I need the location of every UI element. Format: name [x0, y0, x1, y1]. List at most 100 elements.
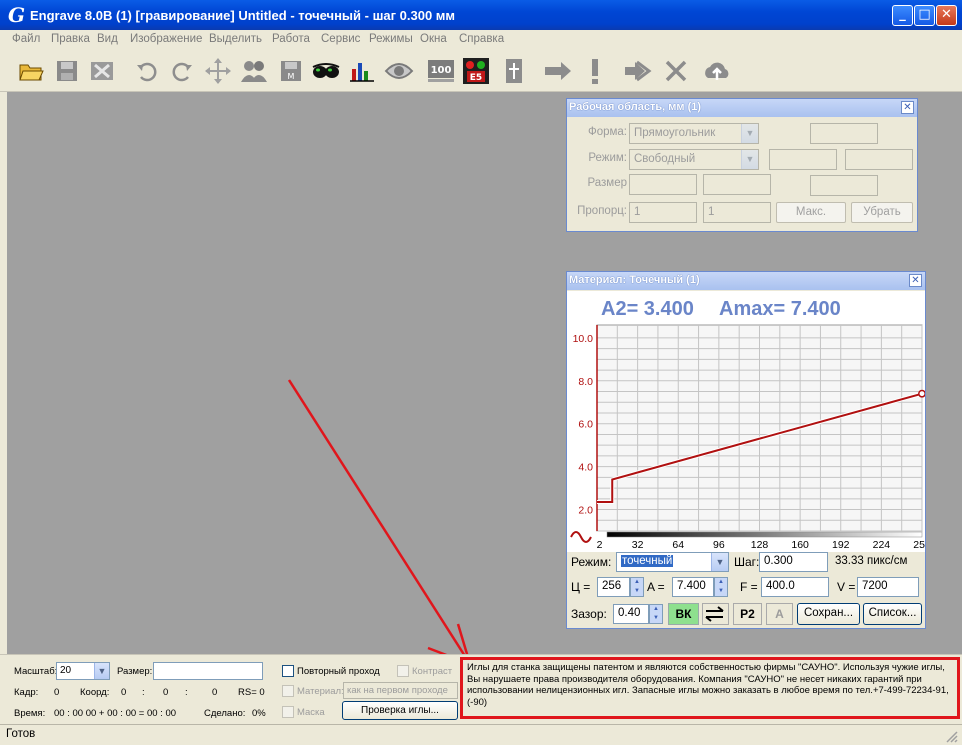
remove-button[interactable]: Убрать: [851, 202, 913, 223]
menu-work[interactable]: Работа: [272, 33, 310, 45]
direction-button[interactable]: [702, 603, 729, 625]
shape-value-field[interactable]: [810, 123, 878, 144]
c-input[interactable]: 256: [597, 577, 630, 597]
list-button[interactable]: Список...: [863, 603, 922, 625]
x-tick-label: 64: [672, 539, 684, 551]
mode-select[interactable]: Свободный ▼: [629, 149, 759, 170]
spin-up-icon: ▲: [634, 579, 640, 585]
proportion-label: Пропорц:: [577, 205, 627, 217]
exclamation-button[interactable]: [580, 56, 610, 86]
close-doc-button[interactable]: [87, 56, 117, 86]
eye-icon: [384, 63, 414, 79]
scale-label: Масштаб:: [14, 666, 58, 677]
material-select[interactable]: как на первом проходе: [343, 682, 458, 699]
undo-button[interactable]: [132, 56, 162, 86]
menu-select[interactable]: Выделить: [209, 33, 262, 45]
chevron-down-icon: ▼: [94, 663, 109, 679]
menu-image[interactable]: Изображение: [130, 33, 202, 45]
a-spinner[interactable]: ▲ ▼: [714, 577, 728, 597]
spin-down-icon: ▼: [634, 588, 640, 594]
menu-modes[interactable]: Режимы: [369, 33, 413, 45]
100-icon: 100: [428, 60, 454, 82]
gap-spinner[interactable]: ▲ ▼: [649, 604, 663, 624]
v-input[interactable]: 7200: [857, 577, 919, 597]
mode-field-2[interactable]: [845, 149, 913, 170]
mat-mode-select[interactable]: точечный ▼: [616, 552, 729, 572]
svg-text:M: M: [288, 72, 295, 81]
menu-bar: Файл Правка Вид Изображение Выделить Раб…: [0, 30, 962, 50]
forward-button[interactable]: [623, 56, 653, 86]
repeat-pass-checkbox[interactable]: [282, 665, 294, 677]
size-input[interactable]: [153, 662, 263, 680]
p2-button[interactable]: P2: [733, 603, 762, 625]
coord-y: 0: [163, 687, 169, 698]
frame-label: Кадр:: [14, 687, 39, 698]
glasses-icon: [312, 63, 340, 78]
size-label: Размер: [587, 177, 627, 189]
proportion-field-2[interactable]: 1: [703, 202, 771, 223]
frame-value: 0: [54, 687, 60, 698]
maximize-button[interactable]: □: [914, 5, 935, 26]
gap-input[interactable]: 0.40: [613, 604, 649, 624]
spin-up-icon: ▲: [653, 606, 659, 612]
shape-select[interactable]: Прямоугольник ▼: [629, 123, 759, 144]
x-tick-label: 32: [632, 539, 644, 551]
move-button[interactable]: [203, 56, 233, 86]
stop-button[interactable]: E5: [461, 56, 491, 86]
material-checkbox[interactable]: [282, 685, 294, 697]
people-button[interactable]: [239, 56, 269, 86]
menu-help[interactable]: Справка: [459, 33, 504, 45]
size-width-field[interactable]: [629, 174, 697, 195]
f-input[interactable]: 400.0: [761, 577, 829, 597]
power-curve-chart[interactable]: 2.0 4.0 6.0 8.0 10.0 2 32 64 96 128 160 192 224 256: [567, 291, 925, 552]
chevron-down-icon: ▼: [741, 124, 758, 143]
save-material-button[interactable]: Сохран...: [797, 603, 860, 625]
cancel-button[interactable]: [661, 56, 691, 86]
upload-button[interactable]: [702, 56, 732, 86]
workarea-close-button[interactable]: ✕: [901, 101, 914, 114]
mask-checkbox[interactable]: [282, 706, 294, 718]
eye-button[interactable]: [384, 56, 414, 86]
menu-view[interactable]: Вид: [97, 33, 118, 45]
minimize-button[interactable]: _: [892, 5, 913, 26]
step-input[interactable]: 0.300: [759, 552, 828, 572]
glasses-button[interactable]: [311, 56, 341, 86]
resize-grip-icon[interactable]: [944, 729, 958, 743]
a-label: A =: [647, 580, 665, 594]
material-panel: Материал: Точечный (1) ✕ A2= 3.400 Amax=…: [566, 271, 926, 629]
menu-service[interactable]: Сервис: [321, 33, 360, 45]
open-button[interactable]: [16, 56, 46, 86]
spin-up-icon: ▲: [718, 579, 724, 585]
check-needle-button[interactable]: Проверка иглы...: [342, 701, 458, 720]
svg-text:100: 100: [431, 65, 452, 76]
c-spinner[interactable]: ▲ ▼: [630, 577, 644, 597]
figure-button[interactable]: [499, 56, 529, 86]
arrow-right-button[interactable]: [543, 56, 573, 86]
redo-button[interactable]: [167, 56, 197, 86]
save-as-button[interactable]: M: [276, 56, 306, 86]
contrast-checkbox[interactable]: [397, 665, 409, 677]
size-height-field[interactable]: [703, 174, 771, 195]
save-button[interactable]: [52, 56, 82, 86]
contrast-label: Контраст: [412, 666, 453, 677]
menu-file[interactable]: Файл: [12, 33, 40, 45]
figure-icon: [506, 59, 522, 83]
vk-toggle-button[interactable]: ВК: [668, 603, 699, 625]
open-folder-icon: [19, 64, 44, 81]
rs-value: RS= 0: [238, 687, 265, 698]
close-button[interactable]: ✕: [936, 5, 957, 26]
a-input[interactable]: 7.400: [672, 577, 714, 597]
menu-windows[interactable]: Окна: [420, 33, 447, 45]
proportion-field-1[interactable]: 1: [629, 202, 697, 223]
material-panel-title: Материал: Точечный (1): [567, 272, 925, 290]
menu-edit[interactable]: Правка: [51, 33, 90, 45]
a-mode-button[interactable]: A: [766, 603, 793, 625]
mode-field-1[interactable]: [769, 149, 837, 170]
chart-button[interactable]: [347, 56, 377, 86]
material-close-button[interactable]: ✕: [909, 274, 922, 287]
y-tick-label: 4.0: [578, 462, 593, 474]
zoom-100-button[interactable]: 100: [426, 56, 456, 86]
size-extra-field[interactable]: [810, 175, 878, 196]
max-button[interactable]: Макс.: [776, 202, 846, 223]
scale-select[interactable]: 20 ▼: [56, 662, 110, 680]
